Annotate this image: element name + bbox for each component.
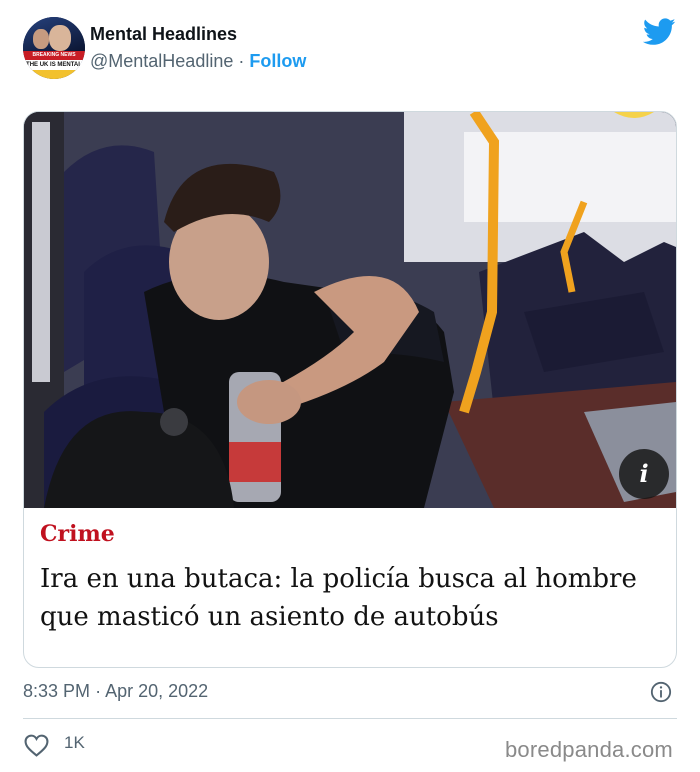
- handle-separator: ·: [238, 51, 245, 71]
- tweet-timestamp[interactable]: 8:33 PM · Apr 20, 2022: [23, 681, 208, 702]
- avatar-badge: BREAKING NEWS: [23, 51, 85, 60]
- link-card[interactable]: i Crime Ira en una butaca: la policía bu…: [23, 111, 677, 668]
- like-count[interactable]: 1K: [64, 733, 85, 753]
- avatar-strip: [23, 70, 85, 79]
- tweet-date: Apr 20, 2022: [105, 681, 209, 701]
- follow-button[interactable]: Follow: [249, 51, 306, 71]
- avatar[interactable]: BREAKING NEWS THE UK IS MENTAL: [23, 17, 85, 79]
- card-info-button[interactable]: i: [619, 449, 669, 499]
- watermark: boredpanda.com: [505, 737, 673, 762]
- display-name[interactable]: Mental Headlines: [90, 24, 237, 45]
- avatar-person-left: [33, 29, 49, 49]
- heart-icon[interactable]: [24, 734, 49, 757]
- info-circle-icon[interactable]: [650, 681, 672, 703]
- card-section-label: Crime: [40, 521, 115, 547]
- tweet-time: 8:33 PM: [23, 681, 91, 701]
- avatar-caption: THE UK IS MENTAL: [23, 60, 85, 70]
- tweet-embed: BREAKING NEWS THE UK IS MENTAL Mental He…: [0, 0, 700, 772]
- user-handle[interactable]: @MentalHeadline: [90, 51, 233, 71]
- divider: [23, 718, 677, 719]
- bus-cctv-photo: [24, 112, 676, 508]
- card-headline[interactable]: Ira en una butaca: la policía busca al h…: [40, 560, 640, 636]
- card-image[interactable]: i: [24, 112, 676, 508]
- timestamp-separator: ·: [95, 681, 102, 701]
- twitter-bird-icon[interactable]: [643, 18, 676, 46]
- avatar-person-right: [49, 25, 71, 51]
- handle-line: @MentalHeadline · Follow: [90, 51, 306, 72]
